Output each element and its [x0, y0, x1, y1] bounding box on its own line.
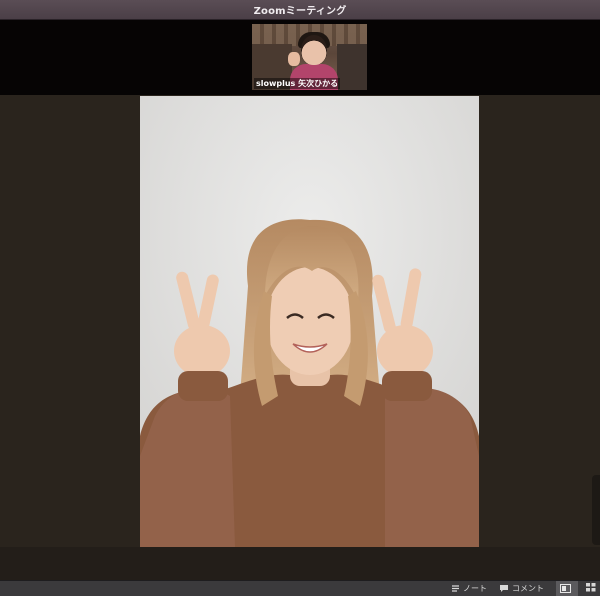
thumbnail-wall-right	[337, 44, 367, 90]
right-sleeve	[385, 387, 479, 547]
grid-view-button[interactable]	[586, 583, 596, 594]
speech-bubble-icon	[499, 584, 509, 593]
side-panel-handle[interactable]	[592, 475, 600, 545]
note-label: ノート	[463, 584, 487, 593]
window-title: Zoomミーティング	[253, 6, 347, 17]
bottom-toolbar: ノート コメント	[0, 580, 600, 596]
thumbnail-person-head	[301, 35, 327, 65]
panel-icon	[560, 584, 571, 593]
note-icon	[451, 584, 460, 593]
thumbnail-strip: slowplus 矢次ひかる	[0, 20, 600, 95]
active-speaker-video[interactable]	[140, 96, 479, 547]
speaker-video-illustration	[140, 96, 479, 547]
panel-view-button[interactable]	[556, 581, 578, 596]
window-titlebar[interactable]: Zoomミーティング	[0, 0, 600, 20]
comment-button[interactable]: コメント	[499, 581, 544, 596]
grid-icon	[586, 583, 596, 594]
participant-name-label: slowplus 矢次ひかる	[254, 78, 341, 89]
comment-label: コメント	[512, 584, 544, 593]
thumbnail-person-hand	[288, 52, 300, 66]
participant-thumbnail[interactable]: slowplus 矢次ひかる	[252, 24, 367, 90]
main-video-area	[0, 95, 600, 547]
bottom-spacer	[0, 547, 600, 580]
face	[266, 267, 354, 375]
note-button[interactable]: ノート	[451, 581, 487, 596]
